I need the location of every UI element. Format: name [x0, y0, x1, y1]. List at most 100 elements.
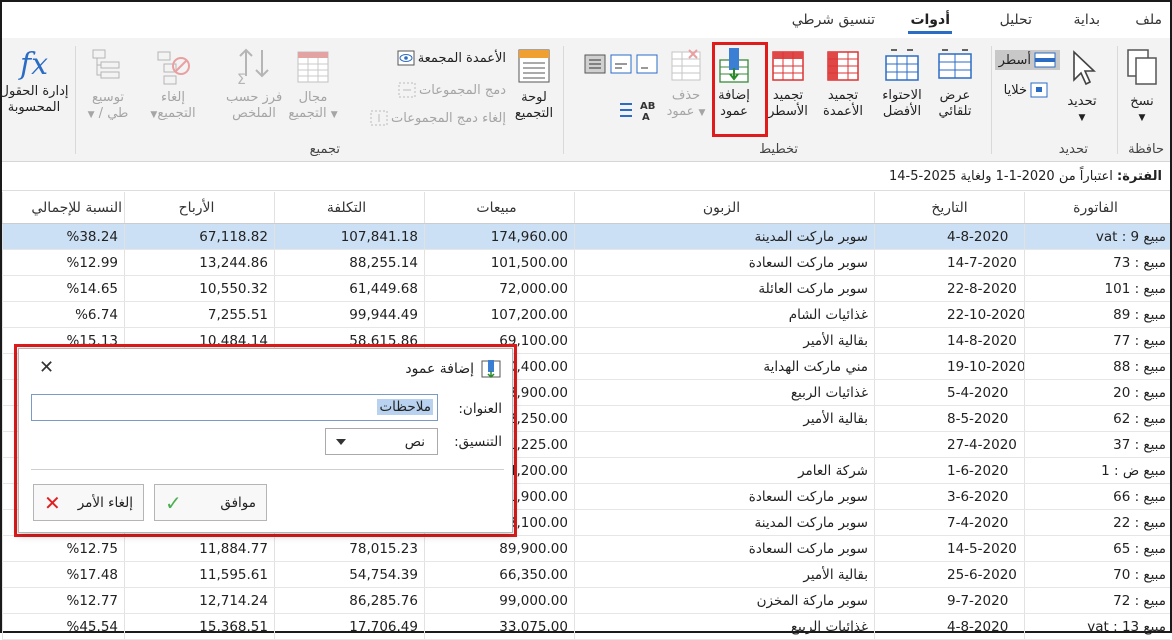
cell-date[interactable]: 3-6-2020: [874, 484, 1024, 509]
cell-date[interactable]: 14-7-2020: [874, 250, 1024, 275]
table-row[interactable]: مبيع : 70 25-6-2020 بقالية الأمير 66,350.00…: [2, 562, 1170, 588]
cell-customer[interactable]: بقالية الأمير: [574, 328, 874, 353]
cell-date[interactable]: 19-10-2020: [874, 354, 1024, 379]
table-row[interactable]: مبيع : 89 22-10-2020 غذائيات الشام 107,200.…: [2, 302, 1170, 328]
delete-column-button[interactable]: حذف عمود ▼: [664, 46, 708, 121]
tab-analysis[interactable]: تحليل: [1000, 12, 1032, 28]
cell-date[interactable]: 14-8-2020: [874, 328, 1024, 353]
cell-percent[interactable]: %45.54: [2, 614, 124, 639]
cell-date[interactable]: 22-10-2020: [874, 302, 1024, 327]
cell-cost[interactable]: 99,944.49: [274, 302, 424, 327]
tab-file[interactable]: ملف: [1135, 12, 1162, 28]
cell-invoice[interactable]: مبيع : 20: [1024, 380, 1172, 405]
cell-customer[interactable]: بقالية الأمير: [574, 562, 874, 587]
cell-sales[interactable]: 174,960.00: [424, 224, 574, 249]
view-mode-1-icon[interactable]: [636, 54, 658, 74]
cell-cost[interactable]: 86,285.76: [274, 588, 424, 613]
autofit-button[interactable]: عرض تلقائي: [930, 46, 980, 120]
cell-customer[interactable]: سوبر ماركة المخزن: [574, 588, 874, 613]
text-align-button[interactable]: AB A: [616, 98, 660, 122]
format-select[interactable]: نص: [325, 428, 438, 455]
cell-customer[interactable]: غذائيات الربيع: [574, 380, 874, 405]
cell-profit[interactable]: 67,118.82: [124, 224, 274, 249]
cell-percent[interactable]: %12.75: [2, 536, 124, 561]
cell-percent[interactable]: %6.74: [2, 302, 124, 327]
header-customer[interactable]: الزبون: [574, 192, 874, 223]
cell-date[interactable]: 1-6-2020: [874, 458, 1024, 483]
cell-invoice[interactable]: مبيع : 88: [1024, 354, 1172, 379]
cell-invoice[interactable]: مبيع : 72: [1024, 588, 1172, 613]
tab-home[interactable]: بداية: [1073, 12, 1100, 28]
cell-invoice[interactable]: مبيع : 62: [1024, 406, 1172, 431]
cell-percent[interactable]: %38.24: [2, 224, 124, 249]
cell-customer[interactable]: سوبر ماركت السعادة: [574, 484, 874, 509]
grouped-columns-button[interactable]: الأعمدة المجمعة: [397, 50, 506, 66]
cell-invoice[interactable]: مبيع : 66: [1024, 484, 1172, 509]
cell-customer[interactable]: غذائيات الربيع: [574, 614, 874, 639]
cell-profit[interactable]: 10,550.32: [124, 276, 274, 301]
close-icon[interactable]: ✕: [39, 357, 54, 378]
cell-percent[interactable]: %17.48: [2, 562, 124, 587]
cell-customer[interactable]: سوبر ماركت العائلة: [574, 276, 874, 301]
cancel-button[interactable]: ✕ إلغاء الأمر: [33, 484, 144, 521]
cell-customer[interactable]: سوبر ماركت السعادة: [574, 536, 874, 561]
cell-sales[interactable]: 89,900.00: [424, 536, 574, 561]
cell-invoice[interactable]: مبيع : 89: [1024, 302, 1172, 327]
cell-date[interactable]: 22-8-2020: [874, 276, 1024, 301]
cell-invoice[interactable]: مبيع : 37: [1024, 432, 1172, 457]
tab-tools[interactable]: أدوات: [908, 12, 952, 34]
select-rows-option[interactable]: أسطر: [994, 50, 1060, 70]
cell-date[interactable]: 14-5-2020: [874, 536, 1024, 561]
freeze-rows-button[interactable]: تجميد الأسطر: [760, 46, 816, 120]
cell-sales[interactable]: 33,075.00: [424, 614, 574, 639]
cell-invoice[interactable]: مبيع 13 : vat: [1024, 614, 1172, 639]
cell-customer[interactable]: [574, 432, 874, 457]
title-input[interactable]: ملاحظات: [31, 394, 438, 421]
calculated-fields-button[interactable]: fx إدارة الحقول المحسوبة: [0, 46, 70, 116]
unmerge-groups-button[interactable]: إلغاء دمج المجموعات: [370, 110, 506, 126]
header-percent[interactable]: النسبة للإجمالي: [2, 192, 124, 223]
cell-invoice[interactable]: مبيع : 73: [1024, 250, 1172, 275]
cell-invoice[interactable]: مبيع : 70: [1024, 562, 1172, 587]
select-button[interactable]: تحديد ▼: [1056, 46, 1108, 126]
header-sales[interactable]: مبيعات: [424, 192, 574, 223]
cell-percent[interactable]: %12.77: [2, 588, 124, 613]
cell-customer[interactable]: غذائيات الشام: [574, 302, 874, 327]
ok-button[interactable]: ✓ موافق: [154, 484, 267, 521]
tab-conditional-format[interactable]: تنسيق شرطي: [792, 12, 875, 28]
header-cost[interactable]: التكلفة: [274, 192, 424, 223]
cell-date[interactable]: 8-5-2020: [874, 406, 1024, 431]
cell-sales[interactable]: 99,000.00: [424, 588, 574, 613]
cell-invoice[interactable]: مبيع : 77: [1024, 328, 1172, 353]
cell-customer[interactable]: بقالية الأمير: [574, 406, 874, 431]
view-mode-2-icon[interactable]: [610, 54, 632, 74]
cell-percent[interactable]: %14.65: [2, 276, 124, 301]
cell-invoice[interactable]: مبيع : 101: [1024, 276, 1172, 301]
cell-invoice[interactable]: مبيع 9 : vat: [1024, 224, 1172, 249]
cell-date[interactable]: 5-4-2020: [874, 380, 1024, 405]
cell-profit[interactable]: 11,884.77: [124, 536, 274, 561]
cell-invoice[interactable]: مبيع : 22: [1024, 510, 1172, 535]
view-mode-3-icon[interactable]: [584, 54, 606, 74]
header-profit[interactable]: الأرباح: [124, 192, 274, 223]
freeze-columns-button[interactable]: تجميد الأعمدة: [814, 46, 872, 120]
cell-cost[interactable]: 107,841.18: [274, 224, 424, 249]
cell-cost[interactable]: 88,255.14: [274, 250, 424, 275]
cell-sales[interactable]: 101,500.00: [424, 250, 574, 275]
group-range-button[interactable]: مجال التجميع ▼: [286, 46, 340, 123]
ungroup-button[interactable]: إلغاء ▼التجميع: [142, 46, 204, 123]
cell-profit[interactable]: 7,255.51: [124, 302, 274, 327]
cell-cost[interactable]: 54,754.39: [274, 562, 424, 587]
cell-profit[interactable]: 13,244.86: [124, 250, 274, 275]
select-cells-option[interactable]: خلايا: [1004, 82, 1048, 98]
cell-sales[interactable]: 72,000.00: [424, 276, 574, 301]
cell-profit[interactable]: 12,714.24: [124, 588, 274, 613]
cell-customer[interactable]: مني ماركت الهداية: [574, 354, 874, 379]
cell-customer[interactable]: سوبر ماركت المدينة: [574, 224, 874, 249]
cell-profit[interactable]: 15,368.51: [124, 614, 274, 639]
table-row[interactable]: مبيع : 101 22-8-2020 سوبر ماركت العائلة 72,…: [2, 276, 1170, 302]
cell-customer[interactable]: شركة العامر: [574, 458, 874, 483]
cell-cost[interactable]: 78,015.23: [274, 536, 424, 561]
merge-groups-button[interactable]: دمج المجموعات: [398, 82, 506, 98]
cell-date[interactable]: 25-6-2020: [874, 562, 1024, 587]
